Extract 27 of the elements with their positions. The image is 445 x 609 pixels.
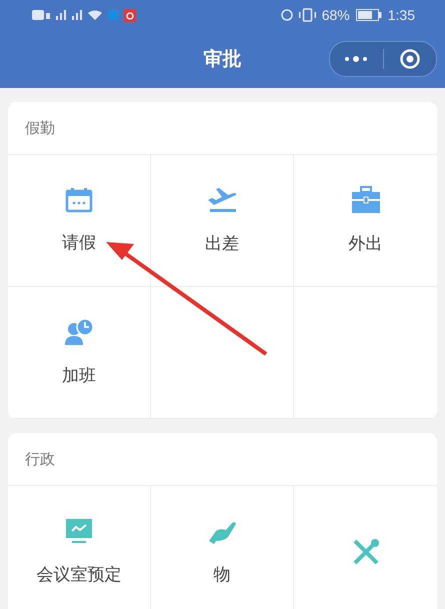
- alarm-icon: [280, 9, 293, 21]
- page-title: 审批: [204, 47, 242, 72]
- person-clock-icon: [64, 318, 94, 346]
- hd-icon: [32, 10, 50, 20]
- battery-percent: 68%: [322, 7, 350, 23]
- approval-item[interactable]: 外出: [348, 186, 382, 255]
- tools-icon: [350, 538, 380, 566]
- calendar-icon: [65, 187, 93, 213]
- app-icon: [124, 8, 136, 22]
- signal-icon: [72, 10, 82, 20]
- approval-item[interactable]: 加班: [62, 318, 96, 387]
- battery-icon: [356, 9, 382, 21]
- airplane-icon: [206, 186, 238, 214]
- wifi-icon: [88, 10, 102, 20]
- clock-time: 1:35: [388, 7, 415, 23]
- section-title: 行政: [25, 450, 55, 468]
- close-icon: [400, 49, 420, 69]
- briefcase-icon: [350, 186, 380, 214]
- approval-item[interactable]: 请假: [62, 187, 96, 254]
- approval-item[interactable]: 出差: [205, 186, 239, 255]
- monitor-icon: [65, 517, 93, 545]
- vibrate-icon: [298, 8, 316, 22]
- signal-icon: [56, 10, 66, 20]
- more-icon: [344, 55, 368, 63]
- approval-item[interactable]: 物: [206, 517, 238, 586]
- section-title: 假勤: [25, 118, 55, 138]
- approval-item[interactable]: 会议室预定: [36, 517, 122, 586]
